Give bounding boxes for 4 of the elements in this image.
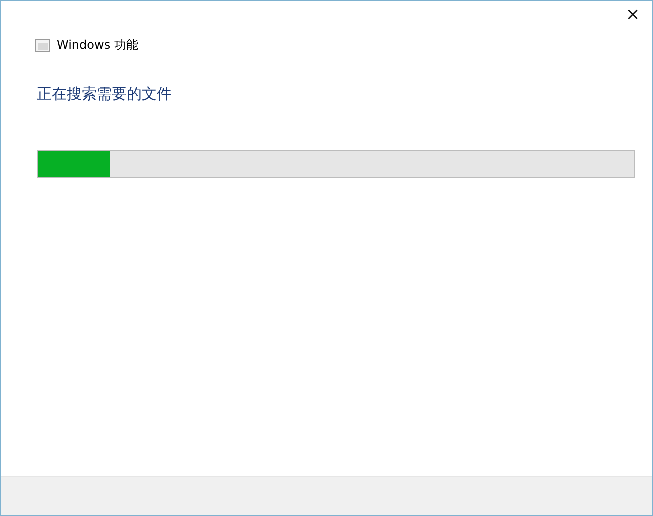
window-icon (35, 38, 51, 54)
window-title: Windows 功能 (57, 37, 138, 54)
status-text: 正在搜索需要的文件 (37, 85, 173, 104)
close-button[interactable]: × (618, 1, 648, 29)
